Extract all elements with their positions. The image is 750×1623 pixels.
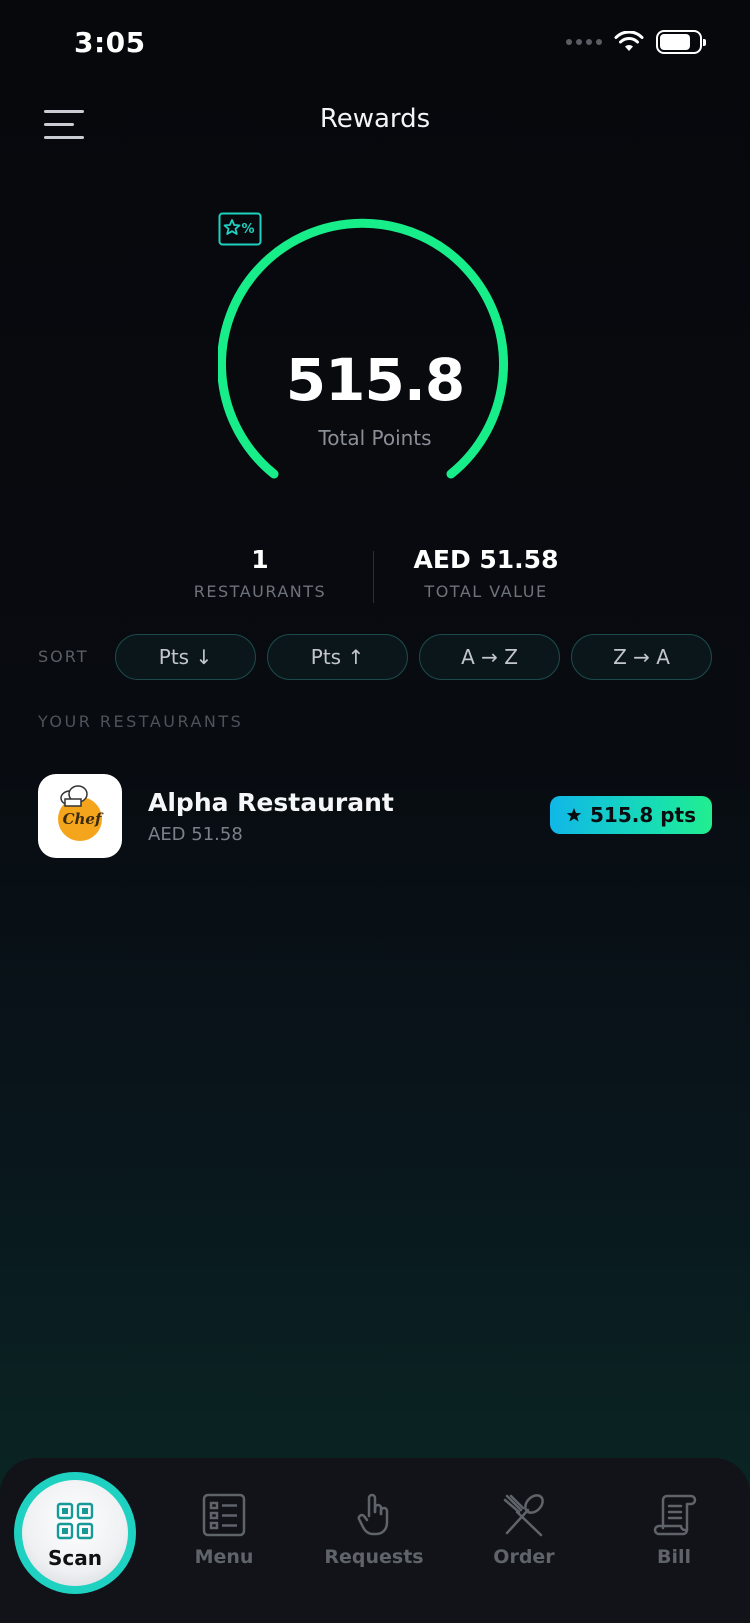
nav-order-label: Order [493,1546,555,1568]
nav-order[interactable]: Order [464,1492,584,1592]
page-title: Rewards [319,104,431,134]
nav-menu-label: Menu [194,1546,254,1568]
restaurants-count: 1 [251,545,269,574]
battery-icon [656,30,706,54]
scan-label: Scan [48,1546,102,1570]
restaurant-name: Alpha Restaurant [148,788,394,817]
sort-name-asc-button[interactable]: A → Z [419,634,560,680]
fork-spoon-icon [503,1494,544,1537]
total-points-value: 515.8 [285,346,465,414]
nav-requests-label: Requests [324,1546,424,1568]
status-bar: 3:05 [0,0,750,86]
sort-row: SORT Pts ↓ Pts ↑ A → Z Z → A [0,634,750,680]
restaurants-stat: 1 RESTAURANTS [160,545,360,601]
restaurant-points: 515.8 pts [589,803,696,827]
raised-hand-icon [357,1493,389,1536]
restaurant-logo: Chef [38,774,122,858]
header: Rewards [0,96,750,152]
svg-text:%: % [241,222,254,237]
total-points-label: Total Points [318,426,432,450]
section-title: YOUR RESTAURANTS [38,712,244,731]
total-value-amount: AED 51.58 [413,545,559,574]
restaurant-value: AED 51.58 [148,824,243,845]
sort-label: SORT [38,647,89,666]
sort-points-desc-button[interactable]: Pts ↓ [115,634,256,680]
restaurant-points-badge: 515.8 pts [549,796,712,834]
qr-scan-icon [56,1502,94,1540]
sort-points-asc-button[interactable]: Pts ↑ [267,634,408,680]
total-value-stat: AED 51.58 TOTAL VALUE [386,545,586,601]
restaurants-label: RESTAURANTS [193,582,327,601]
restaurant-list-item[interactable]: Chef Alpha Restaurant AED 51.58 515.8 pt… [38,774,712,858]
bottom-nav: Scan Menu Requests Order Bill [0,1458,750,1623]
wifi-icon [614,31,644,51]
svg-text:Chef: Chef [63,810,104,828]
star-icon [566,808,582,822]
receipt-scroll-icon [653,1494,697,1536]
menu-list-icon [202,1493,246,1537]
stats-summary: 1 RESTAURANTS AED 51.58 TOTAL VALUE [0,545,750,609]
status-time: 3:05 [74,26,146,59]
nav-requests[interactable]: Requests [314,1492,434,1592]
cellular-signal-icon [566,39,602,45]
nav-menu[interactable]: Menu [164,1492,284,1592]
stats-divider [373,551,374,603]
points-gauge: % 515.8 Total Points [218,212,532,502]
sort-name-desc-button[interactable]: Z → A [571,634,712,680]
scan-button[interactable]: Scan [14,1472,136,1594]
nav-bill-label: Bill [656,1546,692,1568]
nav-bill[interactable]: Bill [614,1492,734,1592]
status-icons [566,30,706,54]
star-percent-icon: % [218,212,262,246]
total-value-label: TOTAL VALUE [424,582,548,601]
